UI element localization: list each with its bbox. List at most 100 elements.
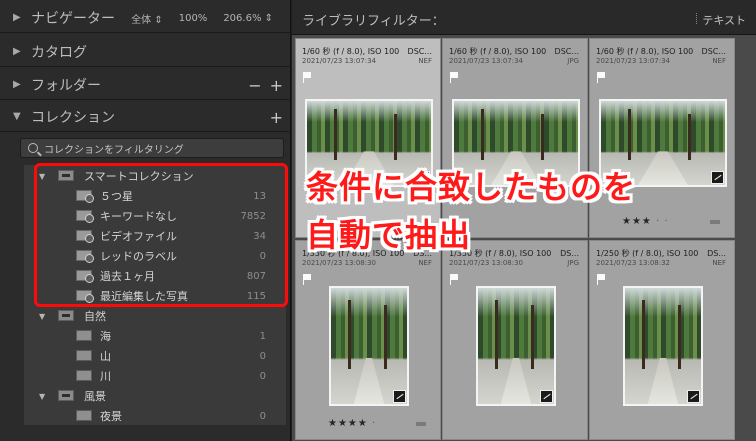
file-type: NEF: [418, 57, 432, 65]
flag-icon[interactable]: [450, 274, 459, 285]
catalog-title: カタログ: [31, 44, 87, 61]
stars-filled: ★★★★: [328, 418, 368, 429]
filter-text-tab[interactable]: テキスト: [702, 12, 746, 28]
file-type: NEF: [712, 57, 726, 65]
expand-triangle-icon[interactable]: ▼: [39, 392, 45, 401]
photo-thumbnail[interactable]: [623, 286, 703, 406]
folders-header[interactable]: ▶ フォルダー − +: [0, 70, 291, 100]
collection-set-icon: [58, 310, 74, 321]
exposure-info: 1/60 秒 (f / 8.0), ISO 100: [302, 47, 400, 56]
thumbnail-cell[interactable]: 1/60 秒 (f / 8.0), ISO 100 DSC... 2021/07/2…: [589, 38, 735, 238]
collection-label: 夜景: [100, 410, 122, 423]
develop-badge-icon[interactable]: [540, 390, 553, 403]
thumbnail-cell[interactable]: 1/350 秒 (f / 8.0), ISO 100 DS... 2021/07/2…: [295, 240, 441, 440]
collection-count: 0: [259, 370, 266, 382]
develop-badge-icon[interactable]: [687, 390, 700, 403]
navigator-zoom-options: 全体 ⇕ 100% 206.6% ⇕: [131, 3, 273, 33]
capture-date: 2021/07/23 13:08:30: [449, 259, 524, 267]
callout-line-2: 自動で抽出: [306, 216, 472, 254]
flag-icon[interactable]: [303, 274, 312, 285]
collection-icon: [76, 350, 92, 361]
thumbnail-cell[interactable]: 1/350 秒 (f / 8.0), ISO 100 DS... 2021/07/2…: [442, 240, 588, 440]
exposure-info: 1/60 秒 (f / 8.0), ISO 100: [596, 47, 694, 56]
collapse-down-icon[interactable]: ▼: [13, 111, 23, 122]
collection-row[interactable]: 海1: [24, 326, 286, 346]
search-icon: [28, 143, 38, 153]
collection-filter-input[interactable]: コレクションをフィルタリング: [20, 138, 284, 158]
navigator-title: ナビゲーター: [31, 10, 115, 27]
collection-row[interactable]: 川0: [24, 366, 286, 386]
develop-badge-icon[interactable]: [711, 171, 724, 184]
catalog-header[interactable]: ▶ カタログ: [0, 37, 291, 67]
flag-icon[interactable]: [303, 72, 312, 83]
collection-row[interactable]: 山0: [24, 346, 286, 366]
collections-header[interactable]: ▼ コレクション +: [0, 102, 291, 132]
star-rating[interactable]: ★★★ · ·: [622, 216, 669, 227]
collection-icon: [76, 410, 92, 421]
collection-label: 自然: [84, 310, 106, 323]
remove-folder-button[interactable]: −: [248, 76, 261, 95]
star-rating[interactable]: ★★★★ ·: [328, 418, 376, 429]
divider: [696, 13, 698, 24]
file-name: DS...: [560, 249, 579, 258]
file-name: DS...: [707, 249, 726, 258]
add-folder-button[interactable]: +: [270, 76, 283, 95]
collection-count: 0: [259, 350, 266, 362]
collection-label: 海: [100, 330, 111, 343]
zoom-100-option[interactable]: 100%: [179, 13, 208, 24]
library-filter-bar: ライブラリフィルター： テキスト: [292, 0, 756, 35]
capture-date: 2021/07/23 13:08:30: [302, 259, 377, 267]
file-type: NEF: [418, 259, 432, 267]
thumbnail-cell[interactable]: 1/60 秒 (f / 8.0), ISO 100 DSC... 2021/07/2…: [295, 38, 441, 238]
capture-date: 2021/07/23 13:07:34: [596, 57, 671, 65]
flag-icon[interactable]: [597, 274, 606, 285]
stars-empty: ·: [367, 418, 377, 429]
collection-set-row[interactable]: ▼ 風景: [24, 386, 286, 406]
collapse-right-icon[interactable]: ▶: [13, 46, 23, 57]
file-name: DSC...: [701, 47, 726, 56]
exposure-info: 1/250 秒 (f / 8.0), ISO 100: [596, 249, 699, 258]
file-type: JPG: [567, 57, 579, 65]
stars-filled: ★★★: [622, 216, 652, 227]
thumbnail-cell[interactable]: 1/60 秒 (f / 8.0), ISO 100 DSC... 2021/07/2…: [442, 38, 588, 238]
stars-empty: · ·: [651, 216, 669, 227]
zoom-fit-option[interactable]: 全体 ⇕: [131, 11, 163, 26]
exposure-info: 1/60 秒 (f / 8.0), ISO 100: [449, 47, 547, 56]
collection-label: 風景: [84, 390, 106, 403]
collection-count: 0: [259, 410, 266, 422]
navigator-header[interactable]: ▶ ナビゲーター 全体 ⇕ 100% 206.6% ⇕: [0, 3, 291, 33]
collection-icon: [76, 330, 92, 341]
collection-set-row[interactable]: ▼ 自然: [24, 306, 286, 326]
collection-icon: [76, 370, 92, 381]
collection-set-icon: [58, 390, 74, 401]
color-label-icon: [710, 220, 720, 224]
file-type: JPG: [567, 259, 579, 267]
file-name: DSC...: [407, 47, 432, 56]
color-label-icon: [416, 422, 426, 426]
collection-label: 山: [100, 350, 111, 363]
flag-icon[interactable]: [450, 72, 459, 83]
collection-filter-placeholder: コレクションをフィルタリング: [44, 144, 184, 156]
collection-label: 川: [100, 370, 111, 383]
highlight-box: [34, 163, 288, 307]
collection-count: 1: [259, 330, 266, 342]
collapse-right-icon[interactable]: ▶: [13, 12, 23, 23]
expand-triangle-icon[interactable]: ▼: [39, 312, 45, 321]
zoom-custom-option[interactable]: 206.6% ⇕: [223, 13, 273, 24]
file-type: NEF: [712, 259, 726, 267]
flag-icon[interactable]: [597, 72, 606, 83]
callout-line-1: 条件に合致したものを: [306, 168, 637, 206]
photo-thumbnail[interactable]: [329, 286, 409, 406]
thumbnail-cell[interactable]: 1/250 秒 (f / 8.0), ISO 100 DS... 2021/07/2…: [589, 240, 735, 440]
library-filter-title: ライブラリフィルター：: [302, 14, 445, 29]
file-name: DSC...: [554, 47, 579, 56]
add-collection-button[interactable]: +: [270, 108, 283, 127]
capture-date: 2021/07/23 13:07:34: [302, 57, 377, 65]
collections-title: コレクション: [31, 109, 115, 126]
develop-badge-icon[interactable]: [393, 390, 406, 403]
collapse-right-icon[interactable]: ▶: [13, 79, 23, 90]
capture-date: 2021/07/23 13:07:34: [449, 57, 524, 65]
photo-thumbnail[interactable]: [476, 286, 556, 406]
collection-row[interactable]: 夜景 0: [24, 406, 286, 426]
folders-title: フォルダー: [31, 77, 101, 94]
